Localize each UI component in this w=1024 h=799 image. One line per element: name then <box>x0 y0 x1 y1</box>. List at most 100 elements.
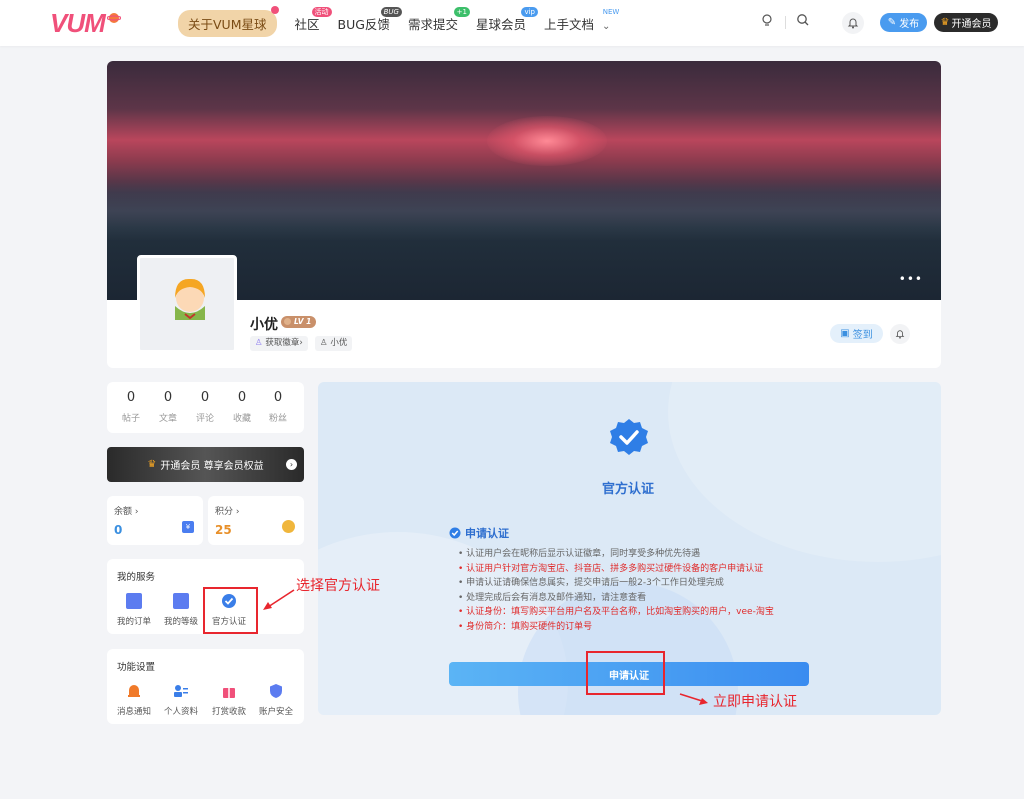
nav-label: 社区 <box>294 17 320 32</box>
apply-heading-text: 申请认证 <box>465 527 509 540</box>
highlight-box-certification <box>203 587 258 634</box>
nav-badge: vip <box>521 7 538 17</box>
calendar-check-icon: ▣ <box>840 328 850 339</box>
stat-favorites[interactable]: 0 收藏 <box>224 390 260 424</box>
publish-button[interactable]: ✎ 发布 <box>880 13 927 32</box>
check-circle-icon <box>449 527 461 539</box>
username-text: 小优 <box>330 338 348 348</box>
user-icon: ♙ <box>320 338 328 348</box>
avatar-illustration <box>175 278 205 320</box>
setting-profile[interactable]: 个人资料 <box>160 683 202 717</box>
gift-icon <box>221 683 237 699</box>
profile-bell-button[interactable] <box>890 324 910 344</box>
rule-text: 认证用户会在昵称后显示认证徽章，同时享受多种优先待遇 <box>466 549 701 559</box>
annotation-select-official: 选择官方认证 <box>296 578 380 594</box>
certification-title: 官方认证 <box>601 482 654 497</box>
stat-value: 0 <box>200 390 210 405</box>
points-value: 25 <box>215 523 232 537</box>
username-tag: ♙ 小优 <box>315 336 353 351</box>
nav-item-docs[interactable]: 上手文档 NEW ⌄ <box>543 8 619 33</box>
more-options-icon[interactable]: ••• <box>899 272 923 286</box>
rule-text: 处理完成后会有消息及邮件通知，请注意查看 <box>466 592 647 603</box>
search-icon <box>797 14 809 26</box>
stat-value: 0 <box>237 390 247 405</box>
stat-value: 0 <box>273 390 283 405</box>
level-badge: LV 1 <box>281 316 317 328</box>
nav-badge: 活动 <box>311 7 332 17</box>
service-my-level[interactable]: 我的等级 <box>160 593 202 627</box>
setting-label: 打赏收款 <box>211 707 246 717</box>
vum-logo[interactable]: VUM <box>50 7 121 38</box>
theme-toggle[interactable] <box>760 13 774 27</box>
get-badge-label: 获取徽章 <box>265 338 300 348</box>
get-badge-link[interactable]: ♙ 获取徽章› <box>250 336 308 351</box>
setting-notifications[interactable]: 消息通知 <box>113 683 155 717</box>
my-services-title: 我的服务 <box>117 572 156 583</box>
rule-text: 认证身份：填写购买平台用户名及平台名称，比如淘宝购买的用户，vee-淘宝 <box>466 607 774 617</box>
nav-label: BUG反馈 <box>337 17 390 32</box>
nav-label: 关于VUM星球 <box>188 17 267 32</box>
nav-item-request[interactable]: 需求提交 +1 <box>408 7 470 33</box>
nav-item-community[interactable]: 社区 活动 <box>294 7 332 33</box>
bell-icon <box>847 18 859 29</box>
nav-badge: NEW <box>602 8 620 16</box>
nav-badge: BUG <box>380 7 402 17</box>
stat-posts[interactable]: 0 帖子 <box>113 390 149 424</box>
checkin-label: 签到 <box>852 330 873 341</box>
nav-item-bug-feedback[interactable]: BUG反馈 BUG <box>337 7 402 33</box>
level-text: LV 1 <box>294 317 312 326</box>
crown-icon: ♛ <box>147 459 157 470</box>
search-button[interactable] <box>796 13 810 27</box>
planet-icon <box>106 13 121 23</box>
nav-label: 上手文档 <box>543 17 594 32</box>
lightbulb-icon <box>762 14 772 26</box>
service-label: 我的等级 <box>163 617 198 627</box>
bell-icon <box>895 330 905 339</box>
rule-text: 申请认证请确保信息属实，提交申请后一般2-3个工作日处理完成 <box>466 578 724 588</box>
checkin-button[interactable]: ▣ 签到 <box>830 324 883 343</box>
level-shield-icon <box>284 318 291 325</box>
rule-item: • 认证用户针对官方淘宝店、抖音店、拼多多购买过硬件设备的客户申请认证 <box>458 563 764 574</box>
location-pin-icon <box>270 6 279 14</box>
shield-icon <box>268 683 284 699</box>
annotation-arrow-left-icon <box>263 589 295 610</box>
stat-label: 评论 <box>195 414 214 424</box>
chevron-down-icon: ⌄ <box>601 21 611 32</box>
nav-item-about[interactable]: 关于VUM星球 <box>178 6 279 37</box>
sunset-glow <box>487 116 607 166</box>
notification-button[interactable] <box>842 12 864 34</box>
rule-item: • 认证用户会在昵称后显示认证徽章，同时享受多种优先待遇 <box>458 549 701 559</box>
service-label: 我的订单 <box>116 617 151 627</box>
top-navigation-bar: VUM 关于VUM星球 社区 活动 BUG反馈 BUG 需求提交 +1 星球会员… <box>0 0 1024 46</box>
coins-icon <box>282 520 295 533</box>
annotation-arrow-right-icon <box>679 693 708 705</box>
vip-promo-banner[interactable]: ♛ 开通会员 尊享会员权益 › <box>107 447 304 482</box>
rule-text: 身份简介：填购买硬件的订单号 <box>466 621 593 632</box>
stat-articles[interactable]: 0 文章 <box>150 390 186 424</box>
water-reflection <box>107 181 941 241</box>
points-card[interactable]: 积分 › 25 <box>208 496 304 545</box>
annotation-apply-now: 立即申请认证 <box>713 694 797 710</box>
stat-label: 收藏 <box>232 414 251 424</box>
stat-value: 0 <box>126 390 136 405</box>
balance-label: 余额 <box>114 507 133 517</box>
vip-label: 开通会员 <box>951 19 992 30</box>
logo-text: VUM <box>50 7 106 38</box>
balance-value: 0 <box>114 523 123 537</box>
open-vip-button[interactable]: ♛ 开通会员 <box>934 13 998 32</box>
verified-badge-icon <box>609 418 649 461</box>
bg-shape <box>668 382 941 562</box>
avatar[interactable] <box>137 255 237 353</box>
stat-label: 文章 <box>158 414 177 424</box>
setting-label: 账户安全 <box>258 707 293 717</box>
nav-item-membership[interactable]: 星球会员 vip <box>476 7 538 33</box>
setting-tip-collection[interactable]: 打赏收款 <box>207 683 251 717</box>
stat-followers[interactable]: 0 粉丝 <box>260 390 296 424</box>
service-my-orders[interactable]: 我的订单 <box>113 593 155 627</box>
balance-card[interactable]: 余额 › 0 ¥ <box>107 496 203 545</box>
setting-account-security[interactable]: 账户安全 <box>254 683 298 717</box>
chevron-right-icon: › <box>134 507 139 517</box>
stat-comments[interactable]: 0 评论 <box>187 390 223 424</box>
stat-value: 0 <box>163 390 173 405</box>
arrow-right-icon: › <box>286 459 297 470</box>
